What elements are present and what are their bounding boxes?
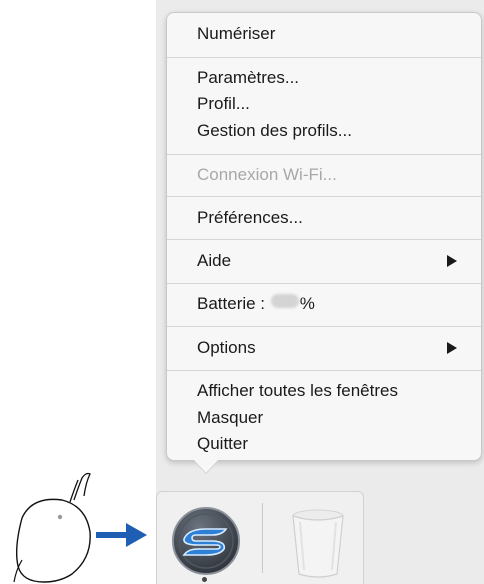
menu-item-options[interactable]: Options (197, 337, 467, 359)
arrow-right-icon (96, 523, 147, 547)
menu-separator (167, 283, 481, 284)
scansnap-s-icon[interactable] (170, 505, 242, 577)
battery-level-value: 100 (270, 294, 299, 308)
mouse-icon (13, 472, 91, 583)
menu-item-connexion-wifi: Connexion Wi-Fi... (197, 165, 337, 184)
trash-icon[interactable] (288, 508, 348, 578)
menu-item-numeriser[interactable]: Numériser (197, 23, 467, 45)
menu-separator (167, 239, 481, 240)
menu-item-preferences[interactable]: Préférences... (197, 207, 467, 229)
running-indicator (202, 577, 207, 582)
menu-item-profil[interactable]: Profil... (197, 93, 467, 115)
menu-item-quitter[interactable]: Quitter (197, 433, 467, 455)
menu-separator (167, 326, 481, 327)
submenu-arrow-icon (447, 255, 457, 267)
menu-pointer (193, 459, 219, 473)
menu-item-gestion-profils[interactable]: Gestion des profils... (197, 120, 467, 142)
submenu-arrow-icon (447, 342, 457, 354)
menu-separator (167, 57, 481, 58)
menu-separator (167, 154, 481, 155)
menu-item-masquer[interactable]: Masquer (197, 407, 467, 429)
context-menu: Numériser Paramètres... Profil... Gestio… (166, 12, 482, 461)
menu-item-batterie: Batterie : 100% (197, 294, 315, 313)
menu-separator (167, 196, 481, 197)
menu-item-aide[interactable]: Aide (197, 250, 467, 272)
menu-item-parametres[interactable]: Paramètres... (197, 67, 467, 89)
menu-separator (167, 370, 481, 371)
dock-divider (262, 503, 263, 573)
menu-item-afficher-fenetres[interactable]: Afficher toutes les fenêtres (197, 380, 467, 402)
